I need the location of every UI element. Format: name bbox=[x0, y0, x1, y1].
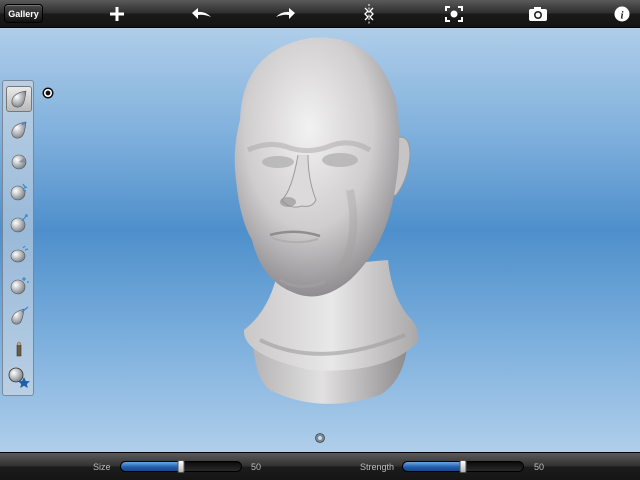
flatten-tool-icon[interactable] bbox=[6, 179, 32, 205]
inflate-tool-icon[interactable] bbox=[6, 117, 32, 143]
smooth-tool-icon[interactable] bbox=[6, 241, 32, 267]
info-icon[interactable]: i bbox=[610, 3, 634, 25]
bottom-toolbar: Size 50 Strength 50 bbox=[0, 452, 640, 480]
strength-value: 50 bbox=[534, 462, 545, 472]
material-tool-icon[interactable] bbox=[6, 365, 32, 391]
top-toolbar: Gallery i bbox=[0, 0, 640, 28]
size-slider[interactable] bbox=[120, 460, 242, 473]
brush-stroke-tool-icon[interactable] bbox=[6, 303, 32, 329]
strength-slider-fill bbox=[403, 462, 463, 471]
pan-handle-icon[interactable] bbox=[315, 430, 325, 443]
size-slider-fill bbox=[121, 462, 181, 471]
camera-icon[interactable] bbox=[526, 3, 550, 25]
pinch-tool-icon[interactable] bbox=[6, 148, 32, 174]
grab-tool-icon[interactable] bbox=[6, 210, 32, 236]
strength-slider[interactable] bbox=[402, 460, 524, 473]
reset-view-icon[interactable] bbox=[442, 3, 466, 25]
paint-tool-icon[interactable] bbox=[6, 334, 32, 360]
gallery-button[interactable]: Gallery bbox=[4, 4, 43, 23]
redo-arrow-icon[interactable] bbox=[273, 3, 297, 25]
tool-info-dot-icon[interactable] bbox=[42, 86, 54, 99]
draw-tool-icon[interactable] bbox=[6, 86, 32, 112]
strength-slider-thumb[interactable] bbox=[459, 460, 467, 473]
strength-label: Strength bbox=[360, 462, 395, 472]
plus-icon[interactable] bbox=[105, 3, 129, 25]
size-label: Size bbox=[93, 462, 111, 472]
size-value: 50 bbox=[251, 462, 262, 472]
crease-tool-icon[interactable] bbox=[6, 272, 32, 298]
sculpt-model-head[interactable] bbox=[200, 30, 440, 410]
undo-arrow-icon[interactable] bbox=[190, 3, 214, 25]
size-slider-thumb[interactable] bbox=[177, 460, 185, 473]
tool-palette bbox=[2, 80, 34, 396]
symmetry-icon[interactable] bbox=[357, 3, 381, 25]
